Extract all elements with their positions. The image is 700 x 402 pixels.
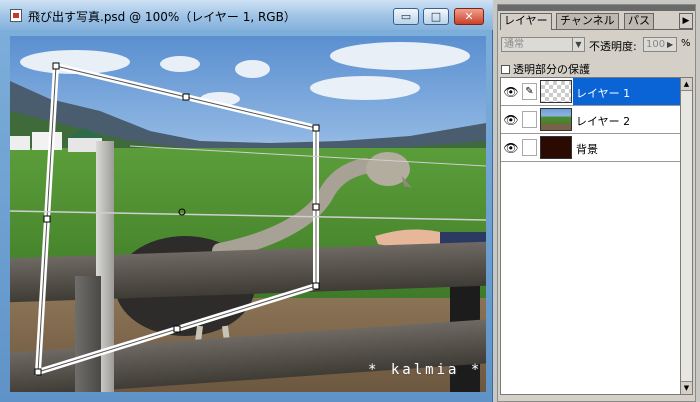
document-window: 飛び出す写真.psd @ 100%（レイヤー 1, RGB） ▭ □ ✕ * k… [0, 0, 493, 402]
layers-list: 👁 ✎ レイヤー 1 👁 レイヤー 2 👁 背景 [500, 77, 681, 395]
maximize-button[interactable]: □ [423, 8, 449, 25]
brush-icon[interactable]: ✎ [522, 83, 537, 100]
layer-row[interactable]: 👁 ✎ レイヤー 1 [501, 78, 680, 106]
layer-thumbnail [540, 80, 572, 103]
tab-channels[interactable]: チャンネル [556, 13, 619, 29]
lock-transparency[interactable]: 透明部分の保護 [501, 61, 590, 77]
opacity-unit: % [681, 38, 691, 49]
chevron-right-icon: ▶ [667, 40, 674, 49]
watermark-text: * kalmia * [368, 362, 483, 378]
document-title: 飛び出す写真.psd @ 100%（レイヤー 1, RGB） [28, 10, 296, 24]
blend-mode-value: 通常 [504, 39, 524, 50]
lock-transparency-checkbox[interactable] [501, 65, 510, 74]
eye-icon[interactable]: 👁 [503, 84, 519, 100]
layer-row[interactable]: 👁 背景 [501, 134, 680, 162]
document-titlebar[interactable]: 飛び出す写真.psd @ 100%（レイヤー 1, RGB） ▭ □ ✕ [0, 0, 493, 30]
transform-bounding-box[interactable] [10, 36, 486, 392]
blend-mode-select[interactable]: 通常 ▼ [501, 37, 585, 52]
tab-layers[interactable]: レイヤー [500, 13, 552, 30]
eye-icon[interactable]: 👁 [503, 140, 519, 156]
opacity-label: 不透明度: [589, 40, 637, 53]
layer-thumbnail [540, 136, 572, 159]
layer-thumbnail [540, 108, 572, 131]
chevron-down-icon: ▼ [572, 38, 584, 51]
layer-name: レイヤー 1 [576, 87, 631, 100]
palette-menu-arrow-icon[interactable]: ▶ [679, 13, 693, 29]
layer-row[interactable]: 👁 レイヤー 2 [501, 106, 680, 134]
scroll-down-icon[interactable]: ▼ [681, 381, 692, 394]
close-button[interactable]: ✕ [454, 8, 484, 25]
scroll-up-icon[interactable]: ▲ [681, 78, 692, 91]
palette-tabs: レイヤー チャンネル パス ▶ [500, 13, 693, 30]
opacity-input[interactable]: 100 ▶ [643, 37, 677, 52]
layer-name: 背景 [576, 143, 598, 156]
link-cell[interactable] [522, 111, 537, 128]
psd-document-icon [10, 9, 22, 22]
link-cell[interactable] [522, 139, 537, 156]
layer-name: レイヤー 2 [576, 115, 631, 128]
tab-paths[interactable]: パス [624, 13, 654, 29]
image-canvas[interactable]: * kalmia * [10, 36, 486, 392]
opacity-value: 100 [646, 39, 666, 50]
palette-grip[interactable] [498, 5, 695, 11]
lock-transparency-label: 透明部分の保護 [513, 63, 590, 76]
eye-icon[interactable]: 👁 [503, 112, 519, 128]
layers-palette: レイヤー チャンネル パス ▶ 通常 ▼ 不透明度: 100 ▶ % 透明部分の… [497, 4, 696, 402]
minimize-button[interactable]: ▭ [393, 8, 419, 25]
layers-scrollbar[interactable]: ▲ ▼ [681, 77, 693, 395]
